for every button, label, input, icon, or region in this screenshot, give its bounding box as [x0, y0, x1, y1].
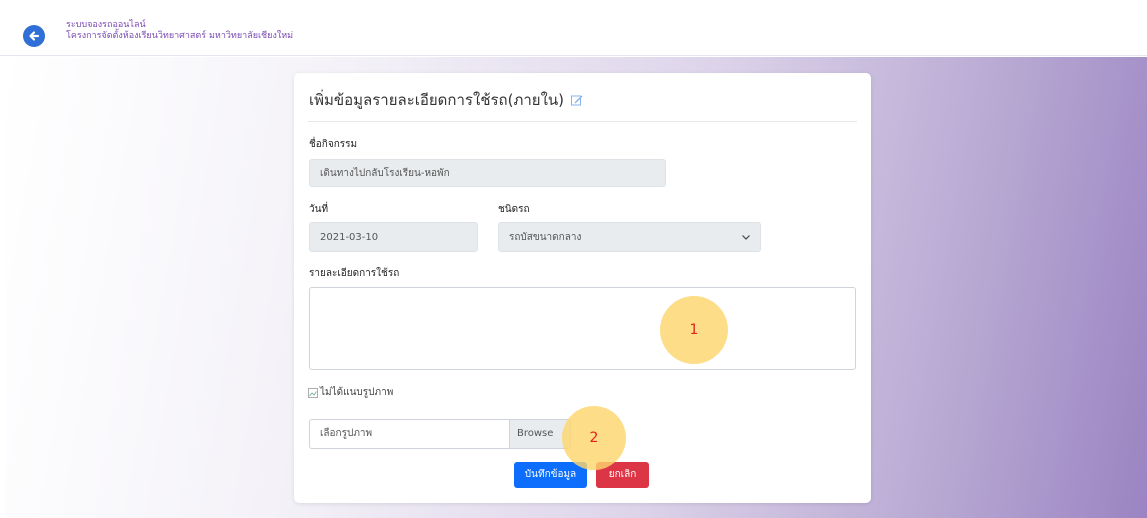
save-button[interactable]: บันทึกข้อมูล — [514, 462, 587, 488]
image-preview: ไม่ได้แนบรูปภาพ — [308, 385, 393, 400]
form-title-text: เพิ่มข้อมูลรายละเอียดการใช้รถ(ภายใน) — [309, 91, 565, 109]
organization-name: โครงการจัดตั้งห้องเรียนวิทยาศาสตร์ มหาวิ… — [66, 31, 294, 41]
file-input-placeholder: เลือกรูปภาพ — [320, 428, 373, 439]
annotation-marker-1: 1 — [660, 296, 728, 364]
date-field[interactable]: 2021-03-10 — [309, 222, 478, 252]
image-alt-text: ไม่ได้แนบรูปภาพ — [320, 387, 394, 398]
details-label: รายละเอียดการใช้รถ — [309, 268, 400, 279]
annotation-marker-2: 2 — [562, 406, 626, 470]
details-textarea[interactable] — [309, 287, 856, 370]
vehicle-type-select[interactable]: รถบัสขนาดกลาง — [498, 222, 761, 252]
brand: ระบบจองรถออนไลน์ โครงการจัดตั้งห้องเรียน… — [66, 20, 293, 42]
title-divider — [308, 121, 857, 122]
broken-image-icon — [308, 387, 318, 398]
chevron-down-icon — [742, 232, 750, 243]
browse-button[interactable]: Browse — [509, 420, 570, 448]
vehicle-type-label: ชนิดรถ — [498, 204, 530, 215]
date-label: วันที่ — [309, 204, 329, 215]
form-title: เพิ่มข้อมูลรายละเอียดการใช้รถ(ภายใน) — [309, 88, 584, 112]
image-file-input[interactable]: เลือกรูปภาพ Browse — [309, 419, 571, 449]
back-arrow-icon[interactable] — [23, 25, 45, 47]
edit-icon — [570, 93, 584, 107]
top-bar: ระบบจองรถออนไลน์ โครงการจัดตั้งห้องเรียน… — [0, 0, 1147, 56]
activity-name-field[interactable]: เดินทางไปกลับโรงเรียน-หอพัก — [309, 159, 666, 187]
system-name: ระบบจองรถออนไลน์ — [66, 20, 146, 30]
vehicle-type-value: รถบัสขนาดกลาง — [509, 231, 582, 243]
activity-label: ชื่อกิจกรรม — [309, 139, 358, 150]
